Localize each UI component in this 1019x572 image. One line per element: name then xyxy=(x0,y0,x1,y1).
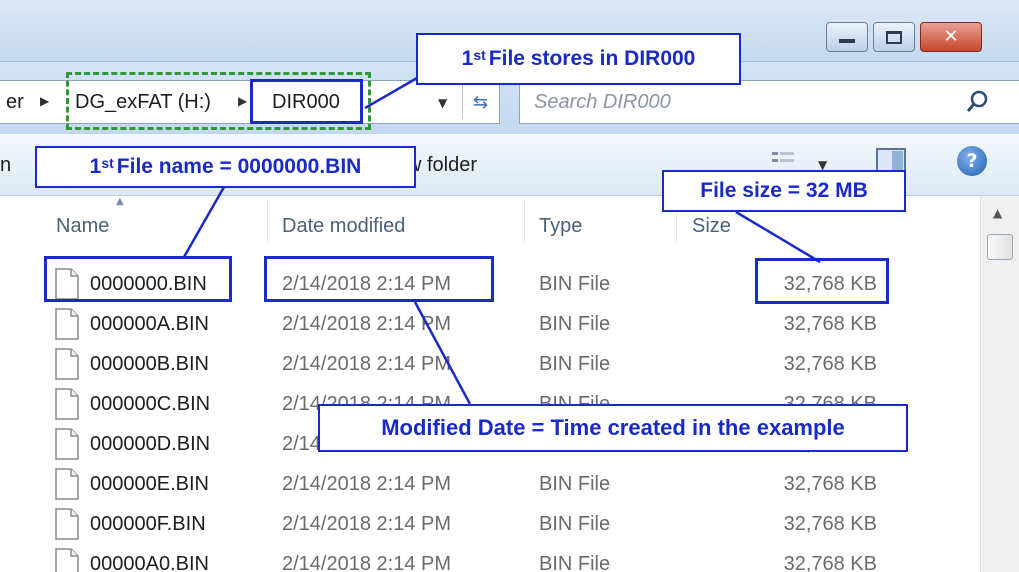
file-date-modified: 2/14/2018 2:14 PM xyxy=(282,473,452,495)
views-icon[interactable] xyxy=(770,150,806,172)
size-highlight-box xyxy=(755,258,889,304)
column-header-type[interactable]: Type xyxy=(539,196,582,244)
file-name[interactable]: 000000D.BIN xyxy=(90,433,210,456)
address-dropdown-icon[interactable]: ▼ xyxy=(438,96,447,110)
file-icon xyxy=(55,468,79,500)
file-type: BIN File xyxy=(539,353,611,375)
column-divider[interactable] xyxy=(267,200,268,244)
folder-highlight-box xyxy=(250,79,363,124)
search-icon[interactable] xyxy=(964,88,992,116)
table-row[interactable]: 000000E.BIN 2/14/2018 2:14 PM BIN File 32,7… xyxy=(0,464,980,504)
callout-name-superscript: st xyxy=(101,155,114,171)
callout-first-file-directory: 1st File stores in DIR000 xyxy=(416,33,741,85)
file-icon xyxy=(55,388,79,420)
callout-size-text: File size = 32 MB xyxy=(700,179,868,202)
callout-modified-date: Modified Date = Time created in the exam… xyxy=(318,404,908,452)
table-row[interactable]: 00000A0.BIN 2/14/2018 2:14 PM BIN File 32,7… xyxy=(0,544,980,572)
file-list: ▲ Name Date modified Type Size 0000000.B… xyxy=(0,196,980,572)
file-type: BIN File xyxy=(539,513,611,535)
table-row[interactable]: 000000B.BIN 2/14/2018 2:14 PM BIN File 32,7… xyxy=(0,344,980,384)
callout-date-text: Modified Date = Time created in the exam… xyxy=(381,415,845,440)
file-icon xyxy=(55,348,79,380)
callout-name-prefix: 1 xyxy=(89,155,102,178)
first-file-highlight-box xyxy=(44,256,232,302)
file-date-modified: 2/14/2018 2:14 PM xyxy=(282,353,452,375)
minimize-icon xyxy=(839,39,855,43)
search-placeholder: Search DIR000 xyxy=(534,91,671,113)
file-name[interactable]: 000000A.BIN xyxy=(90,313,209,336)
table-row[interactable]: 000000A.BIN 2/14/2018 2:14 PM BIN File 32,7… xyxy=(0,304,980,344)
file-size: 32,768 KB xyxy=(783,553,877,572)
callout-file-size: File size = 32 MB xyxy=(662,170,906,212)
file-name[interactable]: 000000B.BIN xyxy=(90,353,209,376)
file-size: 32,768 KB xyxy=(783,473,877,495)
column-header-name[interactable]: Name xyxy=(56,196,109,244)
file-type: BIN File xyxy=(539,473,611,495)
file-name[interactable]: 000000C.BIN xyxy=(90,393,210,416)
callout-dir-text: File stores in DIR000 xyxy=(488,47,696,70)
callout-first-file-name: 1st File name = 0000000.BIN xyxy=(35,146,416,188)
callout-name-text: File name = 0000000.BIN xyxy=(116,155,362,178)
file-name[interactable]: 000000E.BIN xyxy=(90,473,209,496)
file-date-modified: 2/14/2018 2:14 PM xyxy=(282,513,452,535)
date-highlight-box xyxy=(264,256,494,302)
breadcrumb-computer[interactable]: er xyxy=(6,91,24,114)
maximize-icon xyxy=(886,30,902,44)
file-type: BIN File xyxy=(539,553,611,572)
minimize-button[interactable] xyxy=(826,22,868,52)
sort-ascending-icon: ▲ xyxy=(116,196,124,207)
refresh-button[interactable]: ⇆ xyxy=(462,85,498,119)
close-icon: ✕ xyxy=(943,26,959,47)
callout-dir-superscript: st xyxy=(473,47,486,63)
file-type: BIN File xyxy=(539,313,611,335)
file-name[interactable]: 00000A0.BIN xyxy=(90,553,209,572)
file-date-modified: 2/14/2018 2:14 PM xyxy=(282,313,452,335)
vertical-scrollbar[interactable]: ▲ xyxy=(980,196,1019,572)
new-folder-button[interactable]: w folder xyxy=(407,154,477,177)
file-size: 32,768 KB xyxy=(783,513,877,535)
scroll-up-icon[interactable]: ▲ xyxy=(993,206,1002,220)
column-header-date[interactable]: Date modified xyxy=(282,196,405,244)
file-icon xyxy=(55,508,79,540)
file-icon xyxy=(55,428,79,460)
file-icon xyxy=(55,308,79,340)
toolbar-item-cut[interactable]: n xyxy=(0,154,11,177)
file-name[interactable]: 000000F.BIN xyxy=(90,513,206,536)
file-size: 32,768 KB xyxy=(783,353,877,375)
column-divider[interactable] xyxy=(524,200,525,244)
scroll-thumb[interactable] xyxy=(987,234,1013,260)
table-row[interactable]: 000000F.BIN 2/14/2018 2:14 PM BIN File 32,7… xyxy=(0,504,980,544)
refresh-icon: ⇆ xyxy=(472,91,489,113)
help-icon[interactable]: ? xyxy=(957,146,987,176)
maximize-button[interactable] xyxy=(873,22,915,52)
file-icon xyxy=(55,548,79,572)
close-button[interactable]: ✕ xyxy=(920,22,982,52)
callout-dir-prefix: 1 xyxy=(461,47,474,70)
breadcrumb-separator-icon[interactable]: ▶ xyxy=(40,94,49,108)
file-size: 32,768 KB xyxy=(783,313,877,335)
file-date-modified: 2/14/2018 2:14 PM xyxy=(282,553,452,572)
search-input[interactable]: Search DIR000 xyxy=(519,80,1019,124)
file-type: BIN File xyxy=(539,273,611,295)
